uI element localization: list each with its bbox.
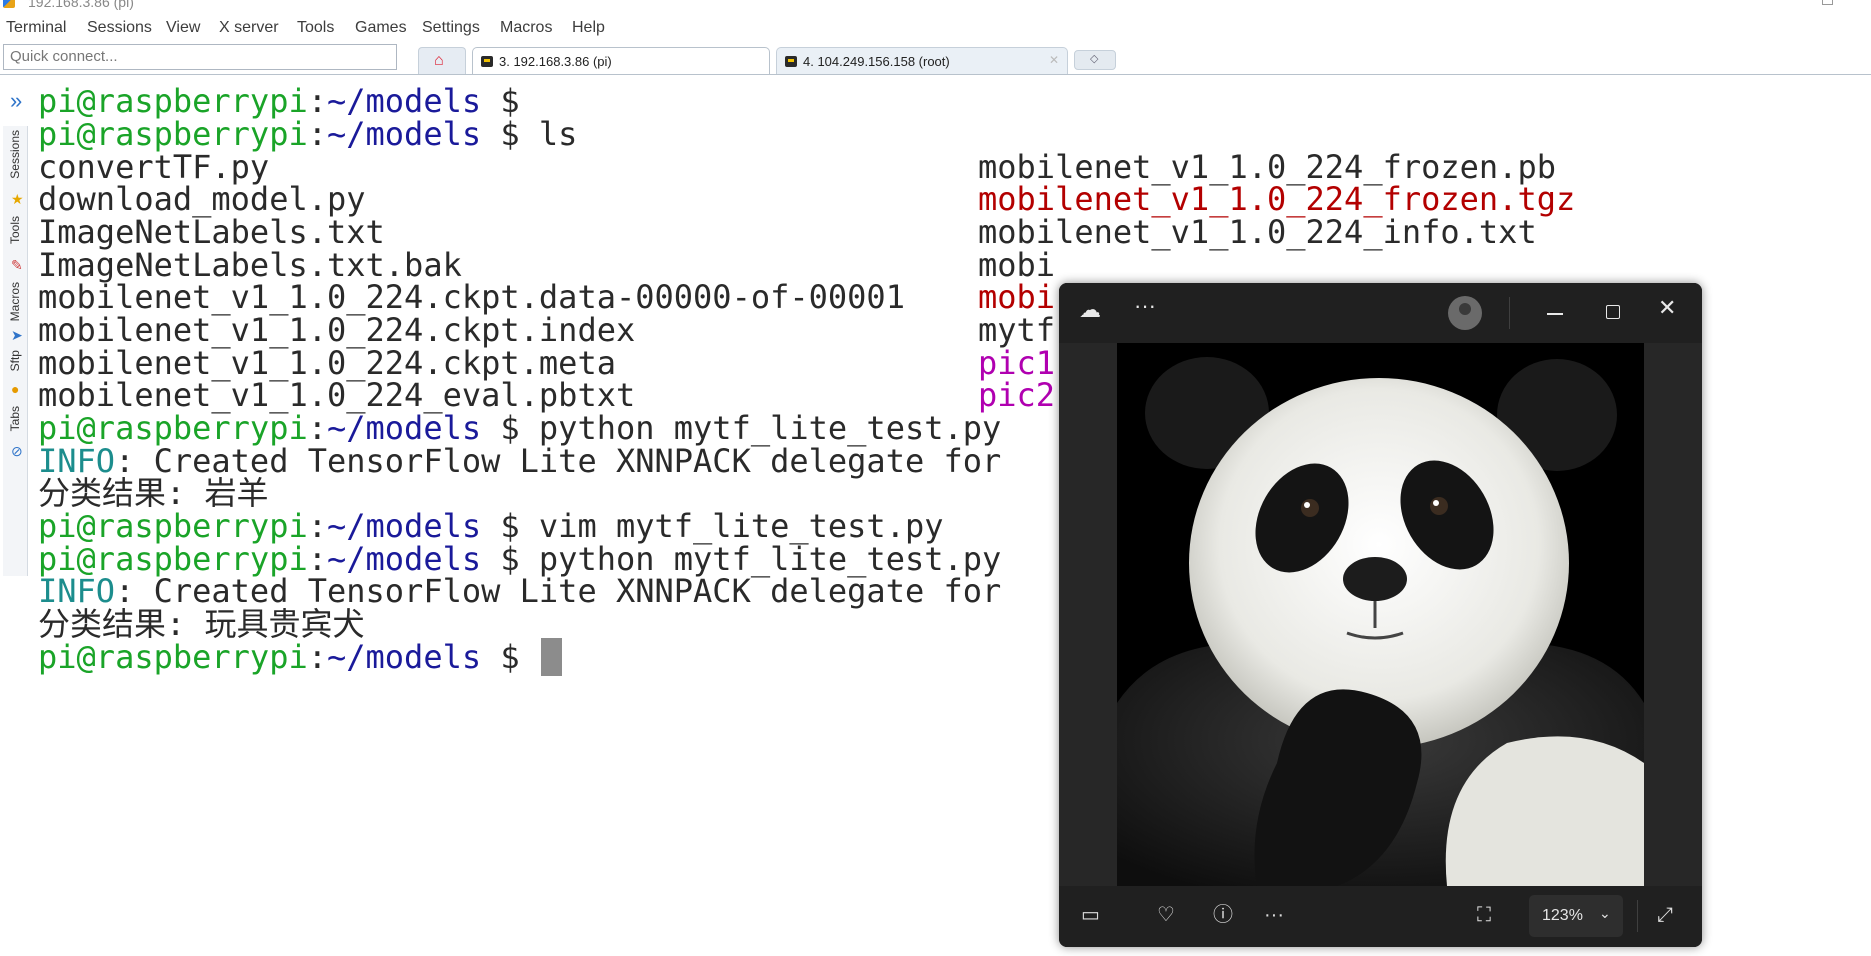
fullscreen-icon[interactable]: ⤢ xyxy=(1657,904,1673,926)
prompt-symbol: $ xyxy=(500,638,520,676)
new-tab-button[interactable]: ◇ xyxy=(1074,50,1116,70)
command-text: ls xyxy=(538,115,578,153)
chevron-down-icon: ⌄ xyxy=(1599,905,1611,921)
window-maximize-button[interactable] xyxy=(1822,0,1833,5)
menu-games[interactable]: Games xyxy=(355,19,407,37)
menu-bar: Terminal Sessions View X server Tools Ga… xyxy=(0,15,1871,41)
minimize-button[interactable] xyxy=(1547,313,1563,315)
fit-to-window-icon[interactable]: ⛶ xyxy=(1477,904,1491,926)
terminal-icon xyxy=(785,56,797,67)
tab-divider xyxy=(0,74,1871,75)
prompt-symbol: $ xyxy=(500,115,520,153)
cloud-upload-icon[interactable]: ☁ xyxy=(1079,299,1101,321)
prompt-user: pi@raspberrypi xyxy=(38,638,308,676)
tab-label: 3. 192.168.3.86 (pi) xyxy=(499,54,612,69)
zoom-value: 123% xyxy=(1542,907,1583,924)
close-icon[interactable]: ✕ xyxy=(1658,297,1676,319)
terminal-icon xyxy=(481,56,493,67)
divider xyxy=(1509,297,1510,329)
sftp-icon: ● xyxy=(11,381,20,397)
image-canvas[interactable] xyxy=(1059,343,1702,886)
new-tab-icon: ◇ xyxy=(1090,53,1099,65)
divider xyxy=(1637,900,1638,932)
menu-x-server[interactable]: X server xyxy=(219,19,279,37)
tab-session-4[interactable]: 4. 104.249.156.158 (root) ✕ xyxy=(776,47,1068,75)
maximize-button[interactable] xyxy=(1606,305,1620,319)
macro-icon: ➤ xyxy=(11,327,23,343)
expand-sidebar-icon[interactable]: » xyxy=(10,90,22,112)
side-tab-macros[interactable]: Macros xyxy=(8,282,22,321)
menu-terminal[interactable]: Terminal xyxy=(6,19,66,37)
tab-close-icon[interactable]: ✕ xyxy=(1049,53,1059,67)
window-title: 192.168.3.86 (pi) xyxy=(28,0,134,10)
prompt-line: pi@raspberrypi:~/models $ xyxy=(38,638,562,677)
tab-label: 4. 104.249.156.158 (root) xyxy=(803,54,950,69)
menu-settings[interactable]: Settings xyxy=(422,19,480,37)
viewer-toolbar: ▭ ♡ ⓘ ··· ⛶ 123% ⌄ ⤢ xyxy=(1059,886,1702,947)
window-titlebar: 192.168.3.86 (pi) xyxy=(0,0,1871,14)
paperclip-icon: ⊘ xyxy=(11,443,23,459)
menu-view[interactable]: View xyxy=(166,19,200,37)
menu-help[interactable]: Help xyxy=(572,19,605,37)
quick-connect-input[interactable]: Quick connect... xyxy=(3,44,397,70)
prompt-path: ~/models xyxy=(326,115,482,153)
side-tab-sessions[interactable]: Sessions xyxy=(8,130,22,179)
tab-session-3[interactable]: 3. 192.168.3.86 (pi) xyxy=(472,47,770,75)
zoom-select[interactable]: 123% ⌄ xyxy=(1529,895,1623,937)
prompt-path: ~/models xyxy=(326,638,482,676)
side-tabs: Sessions ★ Tools ✎ Macros ➤ Sftp ● Tabs … xyxy=(3,126,28,576)
more-options-icon[interactable]: ··· xyxy=(1264,904,1284,926)
tools-icon: ✎ xyxy=(11,257,23,273)
menu-sessions[interactable]: Sessions xyxy=(87,19,152,37)
favorite-heart-icon[interactable]: ♡ xyxy=(1157,904,1175,926)
info-icon[interactable]: ⓘ xyxy=(1213,904,1233,926)
app-icon xyxy=(3,0,15,8)
avatar[interactable] xyxy=(1448,296,1482,330)
menu-macros[interactable]: Macros xyxy=(500,19,552,37)
ls-entry: mobilenet_v1_1.0_224_info.txt xyxy=(978,213,1537,251)
home-icon: ⌂ xyxy=(434,52,444,69)
panda-photo xyxy=(1117,343,1644,886)
photo-viewer-window[interactable]: ☁ ··· ✕ ▭ ♡ ⓘ ··· ⛶ 123% ⌄ ⤢ xyxy=(1059,283,1702,947)
tab-home[interactable]: ⌂ xyxy=(418,47,466,75)
side-tab-tabs[interactable]: Tabs xyxy=(8,406,22,431)
side-tab-sftp[interactable]: Sftp xyxy=(8,350,22,371)
viewer-titlebar: ☁ ··· ✕ xyxy=(1059,283,1702,343)
side-tab-tools[interactable]: Tools xyxy=(8,216,22,244)
side-panel: » Sessions ★ Tools ✎ Macros ➤ Sftp ● Tab… xyxy=(0,88,30,576)
star-icon: ★ xyxy=(11,191,24,207)
filmstrip-icon[interactable]: ▭ xyxy=(1081,904,1100,926)
more-options-icon[interactable]: ··· xyxy=(1134,295,1156,317)
menu-tools[interactable]: Tools xyxy=(297,19,334,37)
text-cursor xyxy=(540,638,562,676)
